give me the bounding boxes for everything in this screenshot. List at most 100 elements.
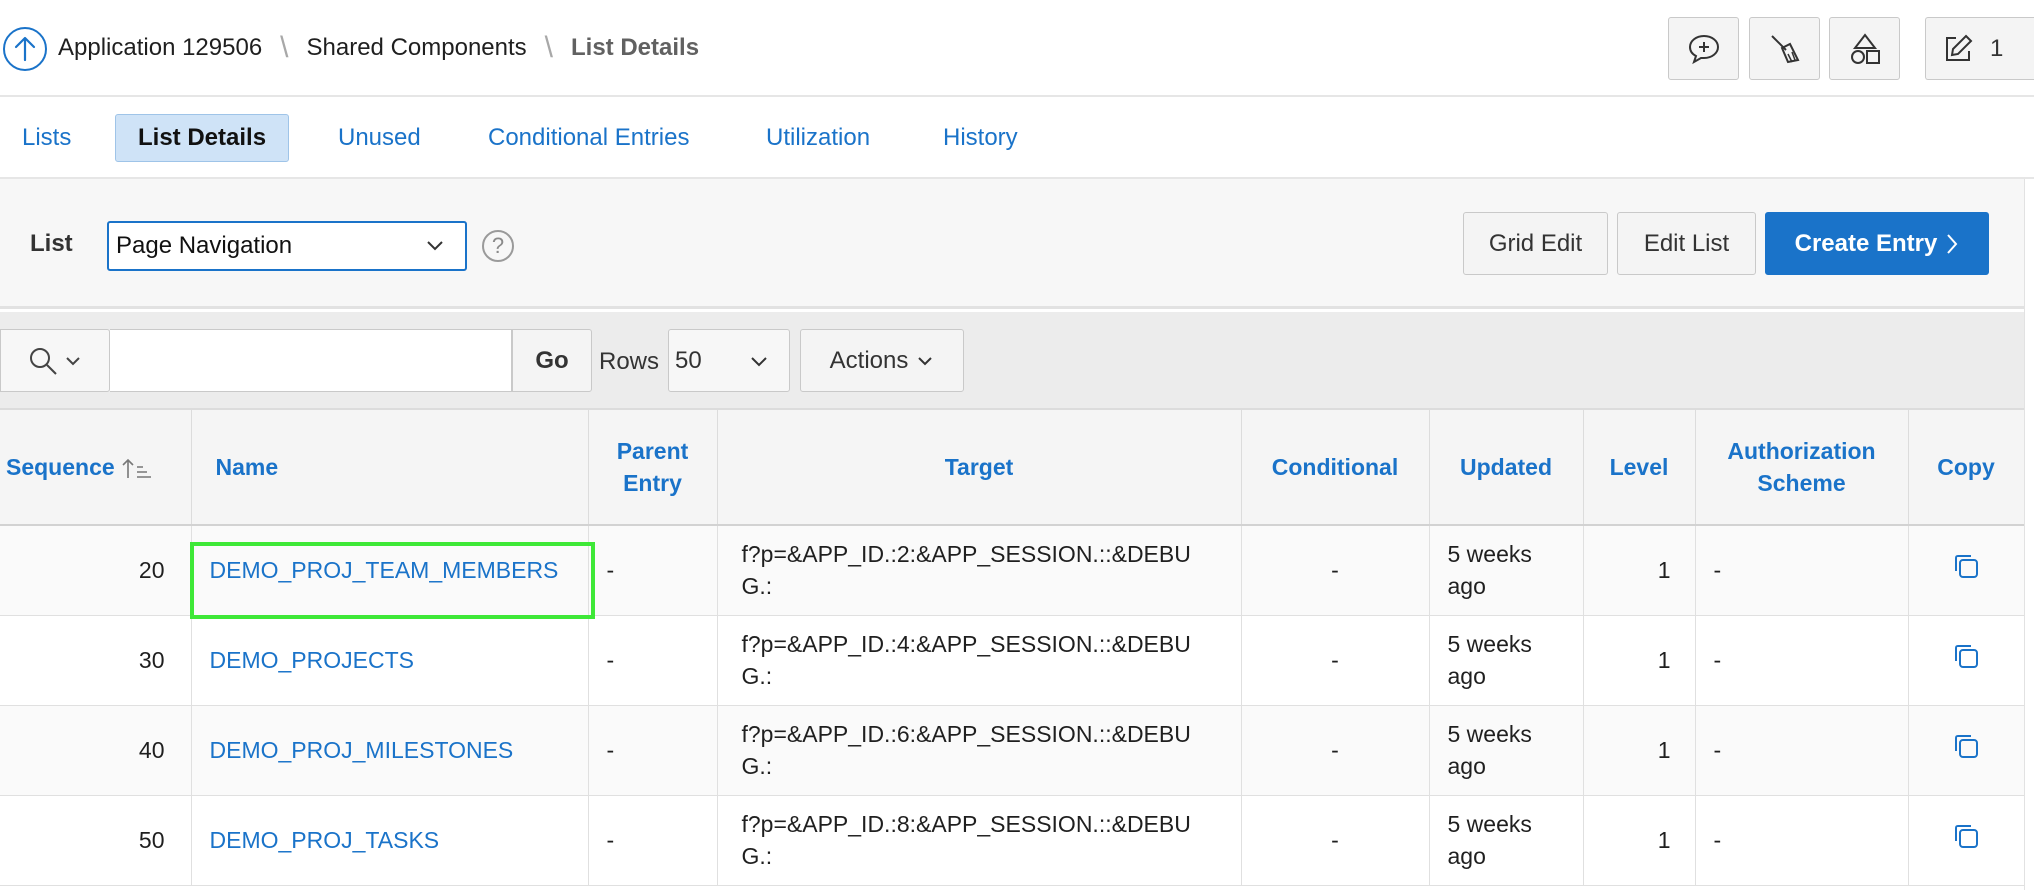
actions-label: Actions [829, 346, 909, 374]
go-button[interactable]: Go [512, 329, 592, 392]
cell-parent-entry: - [588, 615, 718, 706]
chevron-down-icon [918, 356, 933, 365]
entry-name-link[interactable]: DEMO_PROJ_MILESTONES [210, 737, 514, 763]
column-header-label: Sequence [6, 454, 115, 480]
cell-authorization-scheme: - [1695, 795, 1909, 886]
shapes-icon [1850, 32, 1880, 64]
column-header-sequence[interactable]: Sequence [0, 410, 192, 526]
tab-list-details[interactable]: List Details [115, 114, 290, 162]
rows-select-value: 50 [675, 346, 702, 374]
entry-name-link[interactable]: DEMO_PROJECTS [210, 647, 414, 673]
cell-updated: 5 weeks ago [1429, 705, 1584, 796]
list-selector-bar: List Page Navigation ? Grid Edit Edit Li… [0, 179, 2024, 309]
entry-name-link[interactable]: DEMO_PROJ_TASKS [210, 827, 440, 853]
cell-conditional: - [1241, 795, 1430, 886]
search-icon [30, 347, 57, 375]
breadcrumb: Application 129506 \ Shared Components \… [58, 30, 699, 66]
cell-updated: 5 weeks ago [1429, 525, 1584, 616]
cell-name: DEMO_PROJECTS [191, 615, 589, 706]
cell-updated: 5 weeks ago [1429, 795, 1584, 886]
table-row: 50 DEMO_PROJ_TASKS - f?p=&APP_ID.:8:&APP… [0, 795, 2025, 886]
copy-icon[interactable] [1951, 821, 1981, 851]
column-header-conditional[interactable]: Conditional [1241, 410, 1430, 526]
page-edge [2024, 179, 2034, 890]
cell-copy [1908, 795, 2025, 886]
cell-target: f?p=&APP_ID.:2:&APP_SESSION.::&DEBUG.: [717, 525, 1242, 616]
list-select[interactable]: Page Navigation [107, 221, 467, 271]
tab-lists[interactable]: Lists [0, 114, 93, 162]
cell-updated: 5 weeks ago [1429, 615, 1584, 706]
actions-menu-button[interactable]: Actions [800, 329, 964, 392]
cell-parent-entry: - [588, 795, 718, 886]
cell-authorization-scheme: - [1695, 525, 1909, 616]
report-table: Sequence Name Parent Entry Target Condit… [0, 410, 2025, 886]
column-header-parent-entry[interactable]: Parent Entry [588, 410, 718, 526]
cell-authorization-scheme: - [1695, 705, 1909, 796]
copy-icon[interactable] [1951, 641, 1981, 671]
cell-sequence: 50 [0, 795, 192, 886]
sort-ascending-icon [122, 458, 152, 478]
pencil-square-icon [1946, 34, 1973, 61]
cell-conditional: - [1241, 615, 1430, 706]
cell-sequence: 20 [0, 525, 192, 616]
create-entry-button[interactable]: Create Entry [1765, 212, 1989, 275]
help-icon-glyph: ? [491, 233, 505, 258]
search-toolbar: Go Rows 50 Actions [0, 312, 2024, 410]
table-row: 40 DEMO_PROJ_MILESTONES - f?p=&APP_ID.:6… [0, 705, 2025, 796]
chevron-right-icon [1947, 233, 1958, 254]
cell-conditional: - [1241, 525, 1430, 616]
create-entry-label: Create Entry [1794, 229, 1938, 257]
up-arrow-icon[interactable] [3, 27, 47, 71]
column-header-target[interactable]: Target [717, 410, 1242, 526]
shapes-button[interactable] [1829, 17, 1900, 80]
cell-name: DEMO_PROJ_TEAM_MEMBERS [191, 525, 589, 616]
column-header-name[interactable]: Name [191, 410, 589, 526]
copy-icon[interactable] [1951, 551, 1981, 581]
speech-bubble-plus-icon [1688, 34, 1719, 64]
tab-conditional-entries[interactable]: Conditional Entries [466, 114, 711, 162]
broom-icon [1770, 34, 1799, 63]
breadcrumb-application[interactable]: Application 129506 [58, 34, 262, 62]
help-icon[interactable]: ? [482, 230, 514, 262]
column-header-copy[interactable]: Copy [1908, 410, 2025, 526]
cell-authorization-scheme: - [1695, 615, 1909, 706]
tab-history[interactable]: History [921, 114, 1040, 162]
edit-count: 1 [1990, 34, 2004, 62]
feedback-button[interactable] [1668, 17, 1739, 80]
list-label: List [30, 230, 73, 257]
copy-icon[interactable] [1951, 731, 1981, 761]
chevron-down-icon [427, 241, 443, 251]
tab-utilization[interactable]: Utilization [744, 114, 892, 162]
rows-select[interactable]: 50 [668, 329, 790, 392]
cell-conditional: - [1241, 705, 1430, 796]
cleanup-button[interactable] [1749, 17, 1820, 80]
cell-target: f?p=&APP_ID.:4:&APP_SESSION.::&DEBUG.: [717, 615, 1242, 706]
search-input[interactable] [110, 329, 512, 392]
column-header-level[interactable]: Level [1583, 410, 1696, 526]
cell-level: 1 [1583, 615, 1696, 706]
cell-copy [1908, 705, 2025, 796]
chevron-down-icon [66, 356, 80, 365]
list-entries-report: Sequence Name Parent Entry Target Condit… [0, 410, 2025, 886]
cell-level: 1 [1583, 525, 1696, 616]
cell-name: DEMO_PROJ_TASKS [191, 795, 589, 886]
table-row: 20 DEMO_PROJ_TEAM_MEMBERS - f?p=&APP_ID.… [0, 525, 2025, 616]
breadcrumb-current: List Details [571, 34, 700, 61]
edit-list-button[interactable]: Edit List [1617, 212, 1756, 275]
cell-level: 1 [1583, 795, 1696, 886]
cell-parent-entry: - [588, 525, 718, 616]
tab-bar: Lists List Details Unused Conditional En… [0, 97, 2034, 179]
edit-button[interactable]: 1 [1925, 17, 2034, 80]
search-column-menu[interactable] [0, 329, 110, 392]
cell-sequence: 40 [0, 705, 192, 796]
column-header-authorization-scheme[interactable]: Authorization Scheme [1695, 410, 1909, 526]
tab-unused[interactable]: Unused [316, 114, 443, 162]
column-header-updated[interactable]: Updated [1429, 410, 1584, 526]
breadcrumb-shared-components[interactable]: Shared Components [307, 34, 527, 62]
cell-level: 1 [1583, 705, 1696, 796]
top-bar: Application 129506 \ Shared Components \… [0, 0, 2034, 97]
cell-target: f?p=&APP_ID.:6:&APP_SESSION.::&DEBUG.: [717, 705, 1242, 796]
entry-name-link[interactable]: DEMO_PROJ_TEAM_MEMBERS [210, 557, 559, 583]
grid-edit-button[interactable]: Grid Edit [1463, 212, 1608, 275]
cell-copy [1908, 525, 2025, 616]
